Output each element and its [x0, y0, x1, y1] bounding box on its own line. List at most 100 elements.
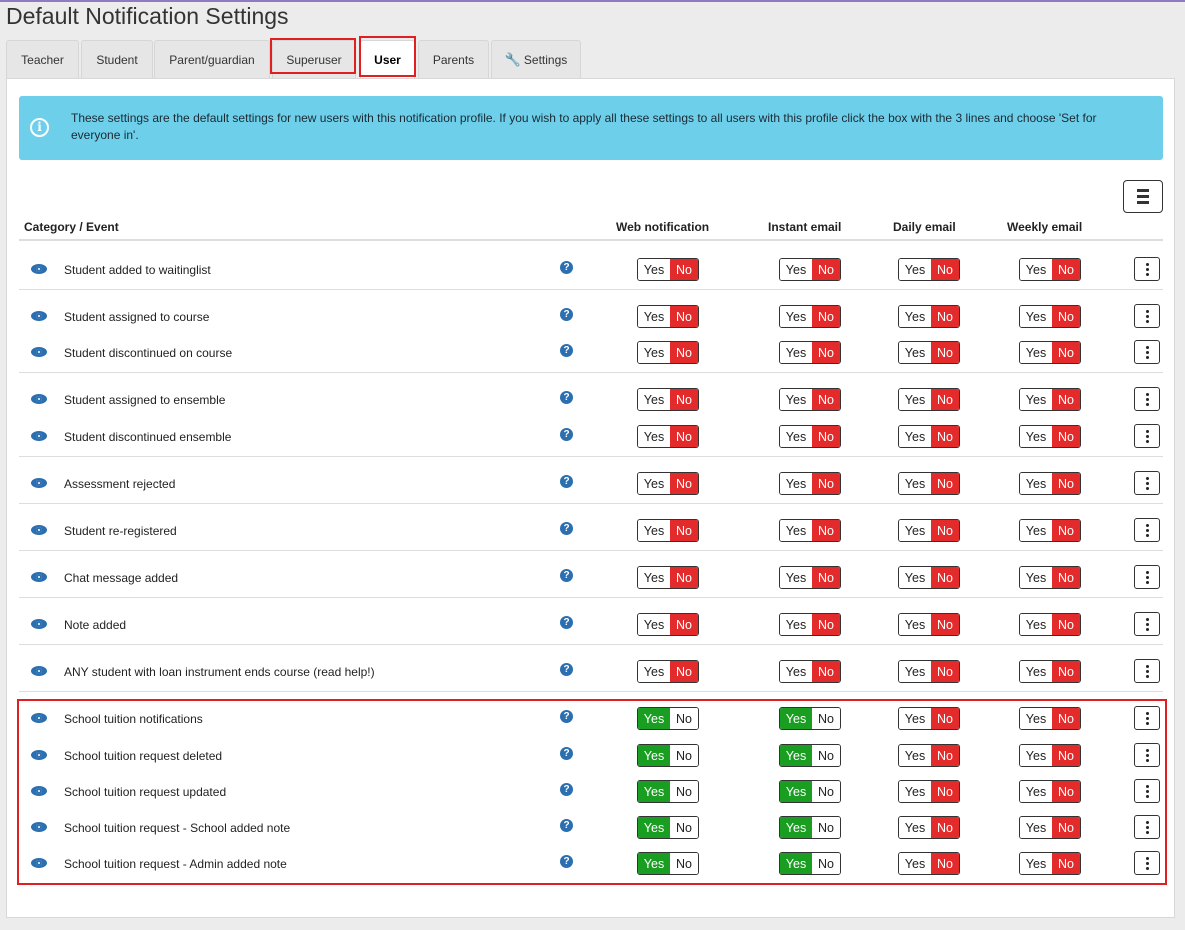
toggle-no[interactable]: No	[812, 853, 840, 874]
row-options-button[interactable]	[1134, 471, 1160, 495]
weekly-toggle[interactable]: Yes No	[1019, 305, 1081, 328]
daily-toggle[interactable]: Yes No	[898, 852, 960, 875]
toggle-yes[interactable]: Yes	[638, 520, 670, 541]
weekly-toggle[interactable]: Yes No	[1019, 472, 1081, 495]
weekly-toggle[interactable]: Yes No	[1019, 852, 1081, 875]
help-icon[interactable]: ?	[560, 663, 573, 676]
toggle-no[interactable]: No	[670, 389, 698, 410]
toggle-no[interactable]: No	[670, 781, 698, 802]
toggle-yes[interactable]: Yes	[780, 342, 812, 363]
tab-settings[interactable]: 🔧 Settings	[491, 40, 581, 78]
toggle-no[interactable]: No	[670, 614, 698, 635]
toggle-yes[interactable]: Yes	[1020, 708, 1052, 729]
help-icon[interactable]: ?	[560, 344, 573, 357]
instant-toggle[interactable]: Yes No	[779, 660, 841, 683]
toggle-yes[interactable]: Yes	[780, 708, 812, 729]
toggle-no[interactable]: No	[931, 306, 959, 327]
toggle-no[interactable]: No	[1052, 745, 1080, 766]
row-options-button[interactable]	[1134, 706, 1160, 730]
weekly-toggle[interactable]: Yes No	[1019, 258, 1081, 281]
daily-toggle[interactable]: Yes No	[898, 388, 960, 411]
toggle-no[interactable]: No	[931, 708, 959, 729]
daily-toggle[interactable]: Yes No	[898, 341, 960, 364]
web-toggle[interactable]: Yes No	[637, 816, 699, 839]
toggle-yes[interactable]: Yes	[780, 853, 812, 874]
web-toggle[interactable]: Yes No	[637, 613, 699, 636]
help-icon[interactable]: ?	[560, 391, 573, 404]
daily-toggle[interactable]: Yes No	[898, 744, 960, 767]
web-toggle[interactable]: Yes No	[637, 660, 699, 683]
help-icon[interactable]: ?	[560, 261, 573, 274]
toggle-no[interactable]: No	[812, 473, 840, 494]
weekly-toggle[interactable]: Yes No	[1019, 566, 1081, 589]
toggle-yes[interactable]: Yes	[638, 614, 670, 635]
toggle-yes[interactable]: Yes	[1020, 614, 1052, 635]
eye-icon[interactable]	[31, 525, 47, 535]
toggle-yes[interactable]: Yes	[899, 473, 931, 494]
toggle-yes[interactable]: Yes	[638, 817, 670, 838]
toggle-yes[interactable]: Yes	[1020, 342, 1052, 363]
help-icon[interactable]: ?	[560, 783, 573, 796]
eye-icon[interactable]	[31, 311, 47, 321]
row-options-button[interactable]	[1134, 304, 1160, 328]
web-toggle[interactable]: Yes No	[637, 744, 699, 767]
toggle-yes[interactable]: Yes	[1020, 389, 1052, 410]
toggle-yes[interactable]: Yes	[899, 306, 931, 327]
toggle-no[interactable]: No	[670, 745, 698, 766]
toggle-yes[interactable]: Yes	[780, 781, 812, 802]
toggle-yes[interactable]: Yes	[1020, 853, 1052, 874]
eye-icon[interactable]	[31, 431, 47, 441]
row-options-button[interactable]	[1134, 659, 1160, 683]
toggle-no[interactable]: No	[1052, 781, 1080, 802]
toggle-no[interactable]: No	[1052, 567, 1080, 588]
toggle-no[interactable]: No	[931, 520, 959, 541]
toggle-no[interactable]: No	[1052, 817, 1080, 838]
toggle-no[interactable]: No	[812, 520, 840, 541]
toggle-no[interactable]: No	[812, 781, 840, 802]
row-options-button[interactable]	[1134, 815, 1160, 839]
toggle-yes[interactable]: Yes	[638, 306, 670, 327]
daily-toggle[interactable]: Yes No	[898, 780, 960, 803]
toggle-no[interactable]: No	[931, 342, 959, 363]
toggle-no[interactable]: No	[1052, 473, 1080, 494]
toggle-no[interactable]: No	[1052, 389, 1080, 410]
toggle-yes[interactable]: Yes	[780, 661, 812, 682]
weekly-toggle[interactable]: Yes No	[1019, 780, 1081, 803]
tab-parents[interactable]: Parents	[418, 40, 489, 78]
web-toggle[interactable]: Yes No	[637, 305, 699, 328]
toggle-no[interactable]: No	[670, 567, 698, 588]
toggle-yes[interactable]: Yes	[780, 614, 812, 635]
toggle-yes[interactable]: Yes	[899, 661, 931, 682]
eye-icon[interactable]	[31, 619, 47, 629]
row-options-button[interactable]	[1134, 779, 1160, 803]
toggle-yes[interactable]: Yes	[899, 708, 931, 729]
toggle-no[interactable]: No	[1052, 426, 1080, 447]
toggle-no[interactable]: No	[1052, 259, 1080, 280]
instant-toggle[interactable]: Yes No	[779, 305, 841, 328]
eye-icon[interactable]	[31, 572, 47, 582]
toggle-no[interactable]: No	[812, 708, 840, 729]
toggle-no[interactable]: No	[812, 661, 840, 682]
eye-icon[interactable]	[31, 713, 47, 723]
daily-toggle[interactable]: Yes No	[898, 707, 960, 730]
toggle-yes[interactable]: Yes	[1020, 306, 1052, 327]
help-icon[interactable]: ?	[560, 710, 573, 723]
tab-user[interactable]: User	[360, 40, 415, 79]
toggle-yes[interactable]: Yes	[1020, 745, 1052, 766]
instant-toggle[interactable]: Yes No	[779, 566, 841, 589]
toggle-yes[interactable]: Yes	[1020, 473, 1052, 494]
toggle-yes[interactable]: Yes	[899, 817, 931, 838]
web-toggle[interactable]: Yes No	[637, 425, 699, 448]
web-toggle[interactable]: Yes No	[637, 852, 699, 875]
toggle-yes[interactable]: Yes	[899, 426, 931, 447]
toggle-yes[interactable]: Yes	[1020, 567, 1052, 588]
toggle-no[interactable]: No	[670, 853, 698, 874]
help-icon[interactable]: ?	[560, 819, 573, 832]
toggle-no[interactable]: No	[931, 853, 959, 874]
weekly-toggle[interactable]: Yes No	[1019, 744, 1081, 767]
toggle-no[interactable]: No	[931, 426, 959, 447]
toggle-no[interactable]: No	[1052, 306, 1080, 327]
toggle-no[interactable]: No	[670, 520, 698, 541]
toggle-yes[interactable]: Yes	[780, 567, 812, 588]
toggle-yes[interactable]: Yes	[1020, 426, 1052, 447]
